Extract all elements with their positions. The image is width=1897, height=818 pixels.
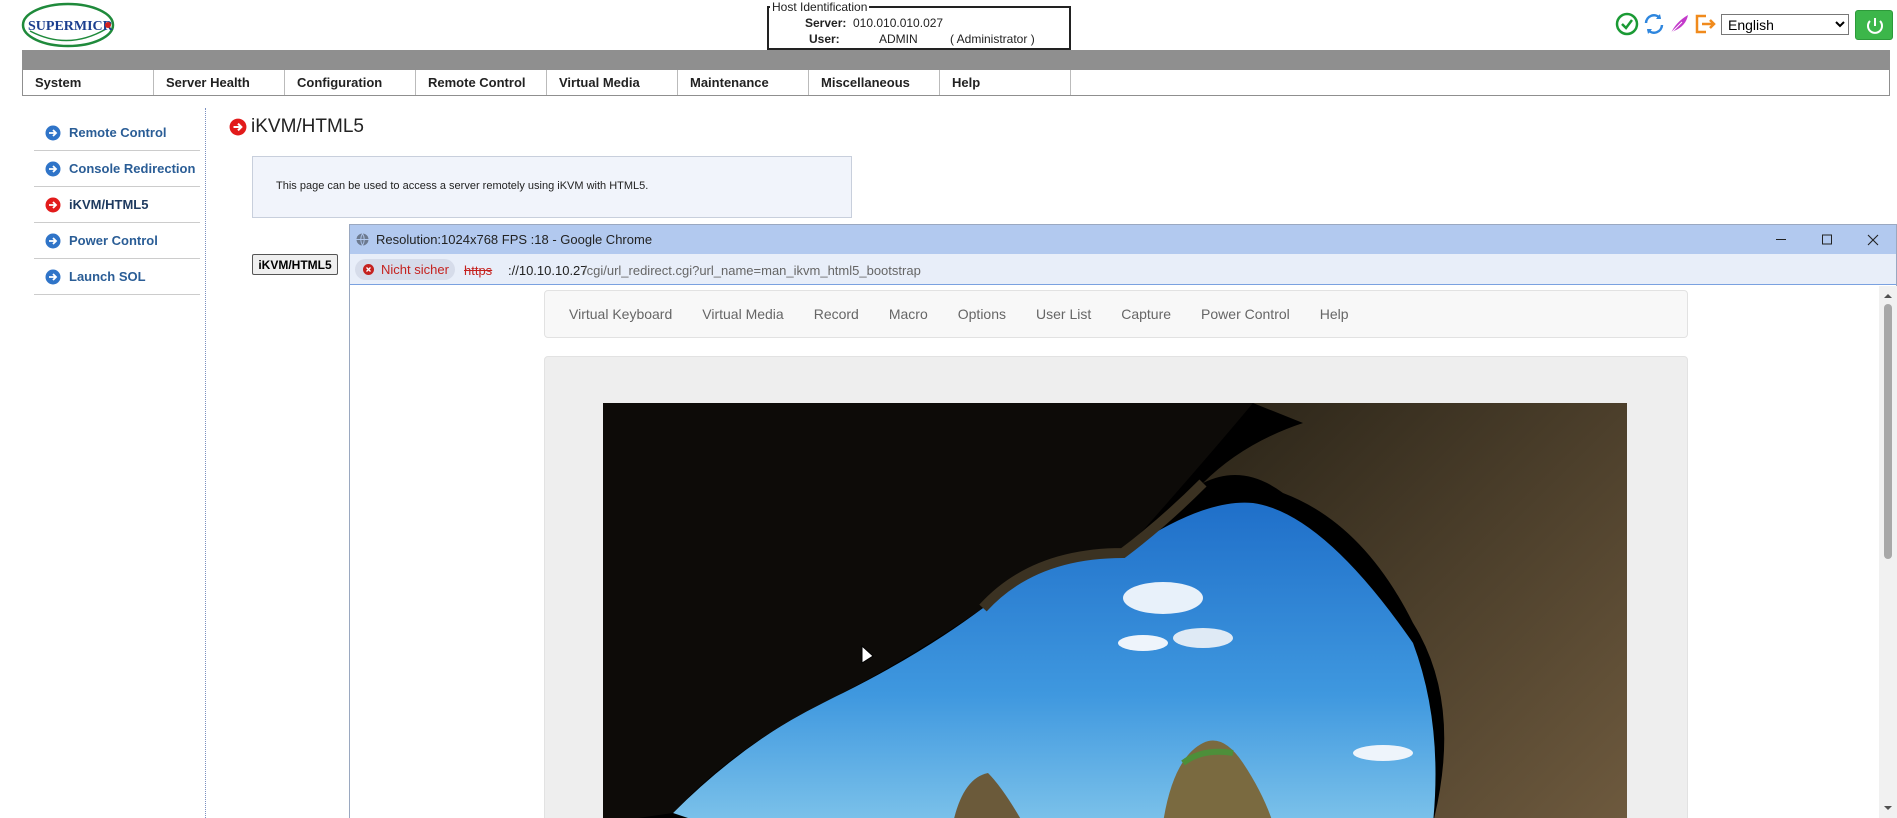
menu-capture[interactable]: Capture xyxy=(1121,306,1171,322)
sidebar-item-power-control[interactable]: Power Control xyxy=(34,223,200,259)
sidebar-item-label: iKVM/HTML5 xyxy=(69,197,149,212)
menu-virtual-keyboard[interactable]: Virtual Keyboard xyxy=(569,306,672,322)
not-secure-label: Nicht sicher xyxy=(381,262,449,277)
nav-remote-control[interactable]: Remote Control xyxy=(416,70,547,95)
menu-help[interactable]: Help xyxy=(1320,306,1349,322)
header-gray-bar xyxy=(22,50,1890,70)
server-label: Server: xyxy=(805,16,847,30)
menu-user-list[interactable]: User List xyxy=(1036,306,1091,322)
ikvm-popup-window: Resolution:1024x768 FPS :18 - Google Chr… xyxy=(349,224,1897,818)
arrow-right-circle-icon xyxy=(229,118,247,136)
logout-icon[interactable] xyxy=(1693,12,1717,36)
scroll-thumb[interactable] xyxy=(1884,304,1892,559)
popup-title: Resolution:1024x768 FPS :18 - Google Chr… xyxy=(376,232,653,247)
server-value: 010.010.010.027 xyxy=(853,16,944,30)
arrow-right-circle-icon xyxy=(45,233,61,248)
menu-macro[interactable]: Macro xyxy=(889,306,928,322)
popup-titlebar[interactable]: Resolution:1024x768 FPS :18 - Google Chr… xyxy=(350,225,1896,254)
svg-text:SUPERMICR: SUPERMICR xyxy=(28,19,114,34)
feather-icon[interactable] xyxy=(1668,12,1692,36)
arrow-right-circle-icon xyxy=(45,125,61,140)
arrow-right-circle-icon xyxy=(45,161,61,176)
scroll-down-icon[interactable] xyxy=(1883,803,1893,813)
popup-scrollbar[interactable] xyxy=(1879,286,1897,818)
arrow-right-circle-icon xyxy=(45,197,61,212)
kvm-menubar: Virtual Keyboard Virtual Media Record Ma… xyxy=(544,290,1688,338)
launch-ikvm-button[interactable]: iKVM/HTML5 xyxy=(252,254,338,275)
url-path: /cgi/url_redirect.cgi?url_name=man_ikvm_… xyxy=(583,263,921,278)
main-nav: System Server Health Configuration Remot… xyxy=(22,70,1890,96)
host-identification-legend: Host Identification xyxy=(770,0,870,14)
remote-screen[interactable] xyxy=(603,403,1627,818)
power-button[interactable] xyxy=(1855,10,1893,40)
sidebar-item-label: Power Control xyxy=(69,233,158,248)
scroll-up-icon[interactable] xyxy=(1883,291,1893,301)
sidebar-item-ikvm-html5[interactable]: iKVM/HTML5 xyxy=(34,187,200,223)
nav-virtual-media[interactable]: Virtual Media xyxy=(547,70,678,95)
nav-server-health[interactable]: Server Health xyxy=(154,70,285,95)
kvm-content: Virtual Keyboard Virtual Media Record Ma… xyxy=(350,286,1879,818)
menu-options[interactable]: Options xyxy=(958,306,1006,322)
url-host: ://10.10.10.27 xyxy=(508,263,588,278)
sidebar-item-console-redirection[interactable]: Console Redirection xyxy=(34,151,200,187)
not-secure-chip[interactable]: Nicht sicher xyxy=(355,259,455,280)
page-title: iKVM/HTML5 xyxy=(251,116,364,137)
sidebar-item-remote-control[interactable]: Remote Control xyxy=(34,115,200,151)
user-label: User: xyxy=(809,32,840,46)
menu-record[interactable]: Record xyxy=(814,306,859,322)
minimize-icon[interactable] xyxy=(1758,225,1804,254)
refresh-icon[interactable] xyxy=(1642,12,1666,36)
close-icon[interactable] xyxy=(1850,225,1896,254)
address-bar[interactable]: Nicht sicher https ://10.10.10.27 /cgi/u… xyxy=(350,254,1896,285)
sidebar-item-label: Launch SOL xyxy=(69,269,146,284)
sidebar-item-label: Console Redirection xyxy=(69,161,196,176)
maximize-icon[interactable] xyxy=(1804,225,1850,254)
url-protocol: https xyxy=(464,263,493,278)
sidebar-divider xyxy=(205,108,206,818)
user-role: ( Administrator ) xyxy=(950,32,1035,46)
nav-miscellaneous[interactable]: Miscellaneous xyxy=(809,70,940,95)
warning-icon xyxy=(363,264,374,275)
nav-maintenance[interactable]: Maintenance xyxy=(678,70,809,95)
user-value: ADMIN xyxy=(879,32,918,46)
sidebar: Remote Control Console Redirection iKVM/… xyxy=(34,115,200,295)
power-icon xyxy=(1867,18,1883,34)
nav-system[interactable]: System xyxy=(23,70,154,95)
status-ok-icon[interactable] xyxy=(1615,12,1639,36)
arrow-right-circle-icon xyxy=(45,269,61,284)
sidebar-item-launch-sol[interactable]: Launch SOL xyxy=(34,259,200,295)
info-text: This page can be used to access a server… xyxy=(276,180,649,192)
menu-power-control[interactable]: Power Control xyxy=(1201,306,1290,322)
wallpaper-image xyxy=(603,403,1627,818)
nav-configuration[interactable]: Configuration xyxy=(285,70,416,95)
language-select[interactable]: English xyxy=(1721,14,1849,35)
menu-virtual-media[interactable]: Virtual Media xyxy=(702,306,783,322)
sidebar-item-label: Remote Control xyxy=(69,125,167,140)
nav-help[interactable]: Help xyxy=(940,70,1071,95)
supermicro-logo: SUPERMICR xyxy=(21,2,115,48)
globe-icon xyxy=(356,233,369,246)
